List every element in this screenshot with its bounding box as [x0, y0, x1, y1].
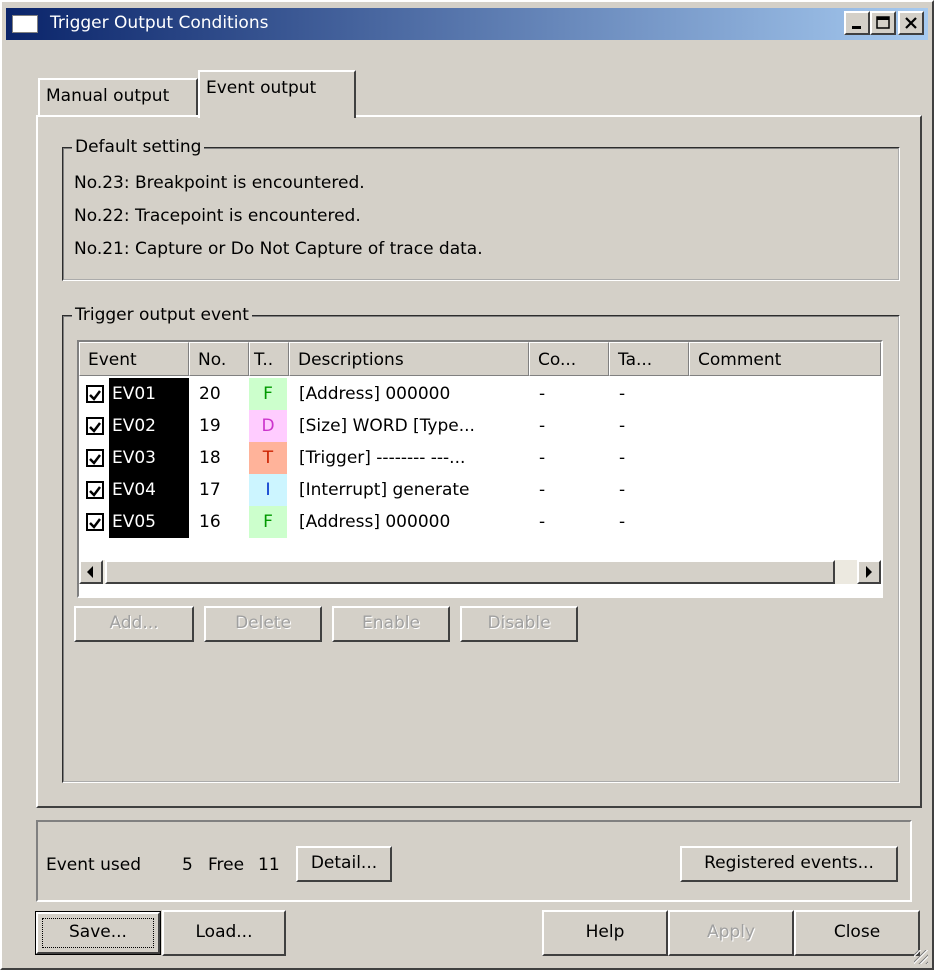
event-name: EV01 — [109, 378, 189, 410]
checkbox-checked-icon[interactable] — [86, 385, 104, 403]
event-type-badge: F — [249, 378, 287, 410]
event-name: EV04 — [109, 474, 189, 506]
tab-manual-output[interactable]: Manual output — [38, 78, 198, 116]
tab-label: Event output — [206, 78, 317, 98]
maximize-button[interactable] — [870, 11, 896, 35]
event-co: - — [539, 512, 546, 532]
event-number: 19 — [199, 416, 221, 436]
event-name: EV05 — [109, 506, 189, 538]
save-button[interactable]: Save... — [35, 911, 161, 955]
add-button[interactable]: Add... — [74, 606, 194, 642]
default-setting-line: No.23: Breakpoint is encountered. — [74, 173, 365, 193]
load-button[interactable]: Load... — [162, 910, 286, 956]
event-ta: - — [619, 416, 626, 436]
event-description: [Trigger] -------- ---... — [299, 448, 466, 468]
scroll-left-button[interactable] — [79, 560, 103, 584]
scroll-left-icon — [87, 566, 93, 578]
event-number: 20 — [199, 384, 221, 404]
event-ta: - — [619, 480, 626, 500]
close-button[interactable] — [898, 11, 924, 35]
checkbox-checked-icon[interactable] — [86, 449, 104, 467]
default-setting-legend: Default setting — [72, 137, 205, 157]
event-type-badge: F — [249, 506, 287, 538]
free-count: 11 — [258, 855, 280, 875]
apply-button[interactable]: Apply — [668, 910, 794, 956]
event-description: [Address] 000000 — [299, 384, 451, 404]
window-icon — [12, 15, 38, 33]
event-number: 16 — [199, 512, 221, 532]
window-title: Trigger Output Conditions — [50, 13, 269, 33]
table-row[interactable]: EV05 16 F [Address] 000000 - - — [79, 506, 881, 538]
scrollbar-thumb[interactable] — [105, 560, 835, 584]
column-header-comment[interactable]: Comment — [689, 342, 881, 376]
horizontal-scrollbar[interactable] — [79, 560, 881, 584]
default-setting-line: No.21: Capture or Do Not Capture of trac… — [74, 239, 483, 259]
checkbox-checked-icon[interactable] — [86, 417, 104, 435]
event-co: - — [539, 448, 546, 468]
column-header-co[interactable]: Co... — [529, 342, 609, 376]
column-label: Ta... — [618, 350, 653, 370]
event-type-badge: T — [249, 442, 287, 474]
focus-rectangle — [42, 918, 154, 948]
disable-button[interactable]: Disable — [460, 606, 578, 642]
column-header-no[interactable]: No. — [189, 342, 249, 376]
column-label: Comment — [698, 350, 782, 370]
dialog-window: Trigger Output Conditions Manual output … — [0, 0, 934, 970]
trigger-output-event-legend: Trigger output event — [72, 305, 252, 325]
registered-events-button[interactable]: Registered events... — [680, 846, 898, 882]
event-used-label: Event used — [46, 855, 141, 875]
checkbox-checked-icon[interactable] — [86, 513, 104, 531]
event-number: 18 — [199, 448, 221, 468]
event-co: - — [539, 480, 546, 500]
event-ta: - — [619, 448, 626, 468]
enable-button[interactable]: Enable — [332, 606, 450, 642]
default-setting-line: No.22: Tracepoint is encountered. — [74, 206, 361, 226]
close-dialog-button[interactable]: Close — [794, 910, 920, 956]
column-label: T.. — [254, 350, 274, 370]
event-number: 17 — [199, 480, 221, 500]
detail-button[interactable]: Detail... — [296, 846, 392, 882]
event-ta: - — [619, 384, 626, 404]
default-setting-group: Default setting No.23: Breakpoint is enc… — [62, 137, 900, 281]
event-description: [Interrupt] generate — [299, 480, 470, 500]
scroll-right-button[interactable] — [857, 560, 881, 584]
tab-label: Manual output — [46, 86, 170, 106]
resize-grip-icon[interactable] — [914, 950, 928, 964]
table-row[interactable]: EV02 19 D [Size] WORD [Type... - - — [79, 410, 881, 442]
column-label: Event — [88, 350, 137, 370]
scroll-right-icon — [866, 566, 872, 578]
column-header-descriptions[interactable]: Descriptions — [289, 342, 529, 376]
event-description: [Size] WORD [Type... — [299, 416, 475, 436]
event-used-count: 5 — [182, 855, 193, 875]
event-type-badge: D — [249, 410, 287, 442]
maximize-icon — [876, 16, 890, 29]
minimize-button[interactable] — [844, 11, 870, 35]
column-header-type[interactable]: T.. — [249, 342, 289, 376]
help-button[interactable]: Help — [542, 910, 668, 956]
event-co: - — [539, 384, 546, 404]
delete-button[interactable]: Delete — [204, 606, 322, 642]
table-row[interactable]: EV04 17 I [Interrupt] generate - - — [79, 474, 881, 506]
table-row[interactable]: EV03 18 T [Trigger] -------- ---... - - — [79, 442, 881, 474]
event-type-badge: I — [249, 474, 287, 506]
column-header-event[interactable]: Event — [79, 342, 189, 376]
event-ta: - — [619, 512, 626, 532]
column-label: Descriptions — [298, 350, 404, 370]
list-header: Event No. T.. Descriptions Co... Ta... C… — [79, 342, 881, 376]
table-row[interactable]: EV01 20 F [Address] 000000 - - — [79, 378, 881, 410]
event-name: EV02 — [109, 410, 189, 442]
title-bar[interactable]: Trigger Output Conditions — [6, 8, 928, 40]
column-label: Co... — [538, 350, 577, 370]
column-header-ta[interactable]: Ta... — [609, 342, 689, 376]
close-icon — [905, 17, 917, 29]
event-name: EV03 — [109, 442, 189, 474]
column-label: No. — [198, 350, 227, 370]
minimize-icon — [852, 26, 861, 29]
tab-event-output[interactable]: Event output — [198, 70, 356, 118]
event-list[interactable]: Event No. T.. Descriptions Co... Ta... C… — [77, 340, 883, 598]
event-co: - — [539, 416, 546, 436]
checkbox-checked-icon[interactable] — [86, 481, 104, 499]
event-description: [Address] 000000 — [299, 512, 451, 532]
free-label: Free — [208, 855, 245, 875]
